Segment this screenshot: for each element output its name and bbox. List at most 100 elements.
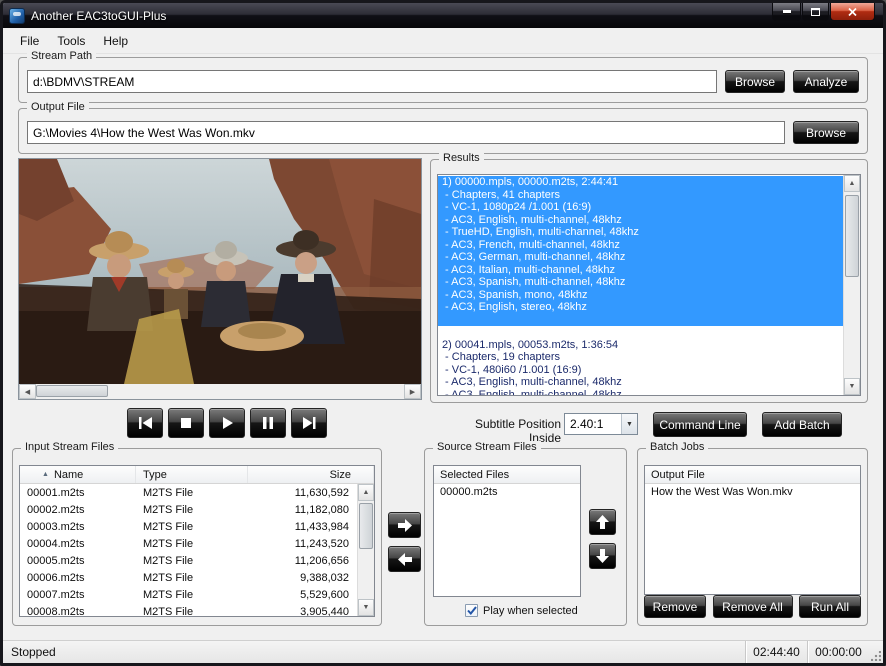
skip-start-button[interactable] — [127, 408, 163, 438]
table-row[interactable]: 00004.m2ts M2TS File 11,243,520 — [20, 535, 357, 552]
video-scrollbar[interactable]: ◀ ▶ — [19, 384, 421, 399]
table-cell: 11,433,984 — [294, 520, 349, 533]
analyze-button[interactable]: Analyze — [793, 70, 859, 93]
column-header-name[interactable]: ▲ Name — [20, 466, 136, 483]
results-listbox[interactable]: 1) 00000.mpls, 00000.m2ts, 2:44:41 - Cha… — [437, 174, 861, 396]
column-header-type[interactable]: Type — [136, 466, 248, 483]
status-text: Stopped — [11, 645, 56, 659]
output-file-input[interactable] — [27, 121, 785, 144]
arrow-up-icon — [596, 515, 609, 529]
table-row[interactable]: 00003.m2ts M2TS File 11,433,984 — [20, 518, 357, 535]
input-files-scrollbar[interactable]: ▲ ▼ — [357, 484, 374, 616]
close-button[interactable] — [830, 3, 875, 21]
table-row[interactable]: 00008.m2ts M2TS File 3,905,440 — [20, 603, 357, 617]
result-line[interactable]: - AC3, German, multi-channel, 48khz — [438, 251, 843, 264]
add-batch-button[interactable]: Add Batch — [762, 412, 842, 437]
input-files-table[interactable]: ▲ Name Type Size 00001.m2ts M2TS File 11,6… — [19, 465, 375, 617]
video-panel: ◀ ▶ — [18, 158, 422, 400]
scroll-up-icon[interactable]: ▲ — [358, 484, 374, 501]
scroll-right-icon[interactable]: ▶ — [404, 384, 421, 399]
column-header-type-label: Type — [143, 468, 167, 481]
menu-help[interactable]: Help — [94, 30, 137, 52]
output-file-browse-button[interactable]: Browse — [793, 121, 859, 144]
table-cell: 11,206,656 — [294, 554, 349, 567]
table-row[interactable]: 00007.m2ts M2TS File 5,529,600 — [20, 586, 357, 603]
result-line[interactable]: - Chapters, 19 chapters — [438, 351, 843, 364]
input-stream-files-legend: Input Stream Files — [21, 441, 119, 453]
move-up-button[interactable] — [589, 509, 616, 535]
input-stream-files-group: Input Stream Files ▲ Name Type Size 0000… — [12, 441, 382, 626]
scroll-down-icon[interactable]: ▼ — [844, 378, 860, 395]
result-line[interactable]: 1) 00000.mpls, 00000.m2ts, 2:44:41 — [438, 176, 843, 189]
scroll-up-icon[interactable]: ▲ — [844, 175, 860, 192]
table-row[interactable]: 00001.m2ts M2TS File 11,630,592 — [20, 484, 357, 501]
result-line[interactable]: - AC3, Spanish, multi-channel, 48khz — [438, 276, 843, 289]
result-line[interactable]: 2) 00041.mpls, 00053.m2ts, 1:36:54 — [438, 339, 843, 352]
result-line[interactable]: - TrueHD, English, multi-channel, 48khz — [438, 226, 843, 239]
menu-tools[interactable]: Tools — [48, 30, 94, 52]
result-line[interactable]: - AC3, Spanish, mono, 48khz — [438, 288, 843, 301]
play-button[interactable] — [209, 408, 245, 438]
column-header-name-label: Name — [53, 468, 84, 481]
result-line[interactable]: - AC3, English, multi-channel, 48khz — [438, 376, 843, 389]
result-line[interactable]: - AC3, Italian, multi-channel, 48khz — [438, 263, 843, 276]
stream-path-input[interactable] — [27, 70, 717, 93]
list-item[interactable]: 00000.m2ts — [434, 484, 580, 499]
list-item[interactable]: How the West Was Won.mkv — [645, 484, 860, 499]
menu-bar: File Tools Help — [3, 28, 883, 54]
output-file-legend: Output File — [27, 101, 89, 113]
table-cell: 00002.m2ts — [27, 503, 85, 516]
remove-from-selected-button[interactable] — [388, 546, 421, 572]
result-line[interactable]: - Chapters, 41 chapters — [438, 188, 843, 201]
remove-all-button[interactable]: Remove All — [712, 595, 793, 618]
result-line[interactable]: - AC3, English, multi-channel, 48khz — [438, 389, 843, 396]
scroll-left-icon[interactable]: ◀ — [19, 384, 36, 399]
table-cell: 00006.m2ts — [27, 571, 85, 584]
batch-jobs-listbox[interactable]: Output File How the West Was Won.mkv — [644, 465, 861, 595]
results-scrollbar[interactable]: ▲ ▼ — [843, 175, 860, 395]
video-scroll-thumb[interactable] — [36, 385, 108, 397]
result-line[interactable]: - VC-1, 480i60 /1.001 (16:9) — [438, 364, 843, 377]
input-files-scroll-thumb[interactable] — [359, 503, 373, 549]
results-scroll-thumb[interactable] — [845, 195, 859, 277]
title-bar[interactable]: Another EAC3toGUI-Plus — [3, 3, 883, 28]
elapsed-time: 00:00:00 — [807, 641, 869, 663]
resize-grip-icon[interactable] — [869, 641, 883, 663]
result-line[interactable]: - VC-1, 1080p24 /1.001 (16:9) — [438, 201, 843, 214]
video-preview — [19, 159, 421, 384]
table-cell: 00003.m2ts — [27, 520, 85, 533]
minimize-button[interactable] — [772, 3, 801, 21]
column-header-size[interactable]: Size — [248, 466, 374, 483]
stop-button[interactable] — [168, 408, 204, 438]
move-down-button[interactable] — [589, 543, 616, 569]
table-row[interactable]: 00005.m2ts M2TS File 11,206,656 — [20, 552, 357, 569]
command-line-button[interactable]: Command Line — [653, 412, 747, 437]
table-cell: M2TS File — [143, 605, 194, 617]
run-all-button[interactable]: Run All — [799, 595, 861, 618]
table-row[interactable]: 00002.m2ts M2TS File 11,182,080 — [20, 501, 357, 518]
chevron-down-icon: ▼ — [621, 414, 637, 434]
table-cell: 00005.m2ts — [27, 554, 85, 567]
pause-button[interactable] — [250, 408, 286, 438]
result-line[interactable]: - AC3, French, multi-channel, 48khz — [438, 238, 843, 251]
result-line[interactable] — [438, 313, 843, 326]
stream-path-browse-button[interactable]: Browse — [725, 70, 785, 93]
sort-ascending-icon: ▲ — [42, 471, 49, 478]
result-line[interactable] — [438, 326, 843, 339]
column-header-size-label: Size — [329, 468, 351, 481]
result-line[interactable]: - AC3, English, stereo, 48khz — [438, 301, 843, 314]
menu-file[interactable]: File — [11, 30, 48, 52]
result-line[interactable]: - AC3, English, multi-channel, 48khz — [438, 213, 843, 226]
add-to-selected-button[interactable] — [388, 512, 421, 538]
close-icon — [848, 7, 857, 16]
selected-files-listbox[interactable]: Selected Files 00000.m2ts — [433, 465, 581, 597]
maximize-button[interactable] — [802, 3, 829, 21]
subtitle-position-select[interactable]: 2.40:1 ▼ — [564, 413, 638, 435]
scroll-down-icon[interactable]: ▼ — [358, 599, 374, 616]
video-scroll-track[interactable] — [36, 384, 404, 399]
table-row[interactable]: 00006.m2ts M2TS File 9,388,032 — [20, 569, 357, 586]
play-when-selected-checkbox[interactable]: Play when selected — [465, 604, 578, 617]
skip-end-button[interactable] — [291, 408, 327, 438]
remove-button[interactable]: Remove — [644, 595, 706, 618]
table-cell: M2TS File — [143, 503, 194, 516]
